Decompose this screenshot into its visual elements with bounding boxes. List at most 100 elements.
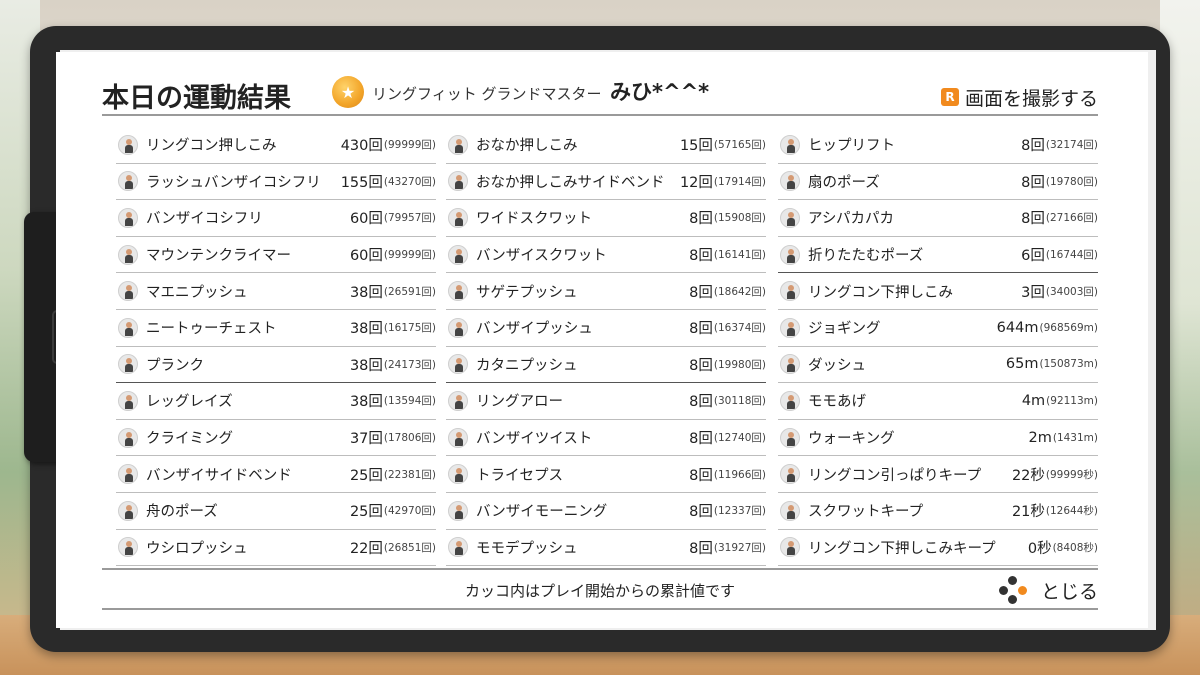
exercise-column-2: おなか押しこみ 15回 (57165回) おなか押しこみサイドベンド 12回 (17914…: [446, 127, 766, 567]
exercise-name: おなか押しこみサイドベンド: [476, 174, 665, 191]
exercise-name: バンザイモーニング: [476, 504, 608, 521]
exercise-figure-icon: [118, 500, 138, 521]
exercise-row: クライミング 37回 (17806回): [116, 420, 436, 457]
exercise-cumulative-count: (19980回): [713, 358, 766, 371]
exercise-name: 舟のポーズ: [146, 504, 218, 521]
exercise-today-count: 8回: [689, 357, 713, 374]
screenshot-label: 画面を撮影する: [964, 87, 1098, 110]
cumulative-note: カッコ内はプレイ開始からの累計値です: [464, 582, 735, 600]
exercise-name: カタニプッシュ: [476, 357, 578, 374]
exercise-name: ダッシュ: [808, 357, 866, 374]
exercise-today-count: 155回: [340, 174, 383, 191]
exercise-cumulative-count: (1431m): [1052, 431, 1098, 444]
exercise-today-count: 8回: [689, 211, 713, 228]
exercise-name: ラッシュバンザイコシフリ: [146, 174, 321, 191]
exercise-today-count: 60回: [349, 248, 383, 265]
exercise-today-count: 8回: [689, 248, 713, 265]
exercise-cumulative-count: (31927回): [713, 541, 766, 554]
exercise-figure-icon: [118, 317, 138, 338]
close-label: とじる: [1040, 580, 1098, 603]
exercise-name: スクワットキープ: [808, 504, 924, 521]
exercise-cumulative-count: (12337回): [713, 505, 766, 518]
exercise-name: サゲテプッシュ: [476, 284, 578, 301]
exercise-figure-icon: [780, 244, 800, 265]
exercise-row: リングコン押しこみ 430回 (99999回): [116, 127, 436, 164]
exercise-today-count: 60回: [349, 211, 383, 228]
exercise-cumulative-count: (99999秒): [1045, 468, 1098, 481]
exercise-cumulative-count: (26591回): [383, 285, 436, 298]
exercise-name: バンザイプッシュ: [476, 321, 593, 338]
results-footer: カッコ内はプレイ開始からの累計値です とじる: [102, 568, 1098, 610]
exercise-cumulative-count: (12740回): [713, 432, 766, 445]
exercise-name: レッグレイズ: [146, 394, 233, 411]
exercise-cumulative-count: (32174回): [1045, 139, 1098, 152]
exercise-figure-icon: [118, 134, 138, 155]
exercise-row: カタニプッシュ 8回 (19980回): [446, 347, 766, 384]
exercise-row: トライセプス 8回 (11966回): [446, 456, 766, 493]
rank-medal-icon: ★: [332, 76, 364, 108]
exercise-today-count: 8回: [1021, 174, 1045, 191]
exercise-row: ニートゥーチェスト 38回 (16175回): [116, 310, 436, 347]
exercise-cumulative-count: (18642回): [713, 285, 766, 298]
exercise-today-count: 38回: [349, 394, 383, 411]
exercise-row: ワイドスクワット 8回 (15908回): [446, 200, 766, 237]
exercise-today-count: 8回: [689, 284, 713, 301]
results-header: 本日の運動結果 ★ リングフィット グランドマスター みひ*^^* R 画面を撮…: [102, 72, 1098, 116]
results-sheet: 本日の運動結果 ★ リングフィット グランドマスター みひ*^^* R 画面を撮…: [56, 52, 1148, 628]
exercise-figure-icon: [448, 390, 468, 411]
exercise-name: クライミング: [146, 431, 233, 448]
exercise-today-count: 8回: [689, 467, 713, 484]
exercise-figure-icon: [118, 281, 138, 302]
exercise-cumulative-count: (17806回): [383, 432, 436, 445]
exercise-row: 舟のポーズ 25回 (42970回): [116, 493, 436, 530]
exercise-figure-icon: [780, 207, 800, 228]
exercise-row: リングアロー 8回 (30118回): [446, 383, 766, 420]
exercise-row: バンザイコシフリ 60回 (79957回): [116, 200, 436, 237]
screenshot-button[interactable]: R 画面を撮影する: [940, 84, 1098, 110]
exercise-figure-icon: [780, 537, 800, 558]
exercise-figure-icon: [780, 500, 800, 521]
exercise-row: ラッシュバンザイコシフリ 155回 (43270回): [116, 164, 436, 201]
exercise-today-count: 6回: [1021, 248, 1045, 265]
exercise-cumulative-count: (43270回): [383, 175, 436, 188]
exercise-row: ウォーキング 2m (1431m): [778, 420, 1098, 457]
exercise-name: リングコン下押しこみキープ: [808, 540, 996, 557]
exercise-today-count: 8回: [1021, 211, 1045, 228]
exercise-today-count: 22回: [349, 540, 383, 557]
exercise-figure-icon: [448, 464, 468, 485]
close-button[interactable]: とじる: [998, 576, 1098, 604]
exercise-row: 折りたたむポーズ 6回 (16744回): [778, 237, 1098, 274]
exercise-name: ワイドスクワット: [476, 211, 592, 228]
exercise-today-count: 37回: [349, 431, 383, 448]
exercise-row: おなか押しこみサイドベンド 12回 (17914回): [446, 164, 766, 201]
exercise-today-count: 3回: [1021, 284, 1045, 301]
exercise-row: バンザイサイドベンド 25回 (22381回): [116, 456, 436, 493]
exercise-row: おなか押しこみ 15回 (57165回): [446, 127, 766, 164]
exercise-figure-icon: [780, 390, 800, 411]
exercise-figure-icon: [448, 171, 468, 192]
exercise-figure-icon: [118, 207, 138, 228]
exercise-name: トライセプス: [476, 467, 563, 484]
exercise-name: バンザイサイドベンド: [146, 467, 292, 484]
exercise-today-count: 38回: [349, 357, 383, 374]
exercise-row: マエニプッシュ 38回 (26591回): [116, 273, 436, 310]
exercise-today-count: 12回: [679, 174, 713, 191]
exercise-columns: リングコン押しこみ 430回 (99999回) ラッシュバンザイコシフリ 155回 (43…: [116, 127, 1098, 567]
exercise-today-count: 8回: [1021, 138, 1045, 155]
exercise-today-count: 22秒: [1011, 467, 1045, 484]
exercise-row: アシパカパカ 8回 (27166回): [778, 200, 1098, 237]
exercise-figure-icon: [780, 464, 800, 485]
exercise-figure-icon: [448, 134, 468, 155]
exercise-cumulative-count: (8408秒): [1052, 541, 1098, 554]
exercise-cumulative-count: (16175回): [383, 322, 436, 335]
exercise-cumulative-count: (42970回): [383, 505, 436, 518]
exercise-today-count: 8回: [689, 394, 713, 411]
exercise-name: ニートゥーチェスト: [146, 321, 277, 338]
player-name: みひ*^^*: [610, 80, 710, 104]
exercise-name: バンザイスクワット: [476, 248, 607, 265]
exercise-today-count: 644m: [996, 319, 1039, 336]
exercise-figure-icon: [448, 244, 468, 265]
exercise-row: リングコン下押しこみ 3回 (34003回): [778, 273, 1098, 310]
exercise-cumulative-count: (27166回): [1045, 212, 1098, 225]
exercise-cumulative-count: (150873m): [1039, 358, 1098, 371]
